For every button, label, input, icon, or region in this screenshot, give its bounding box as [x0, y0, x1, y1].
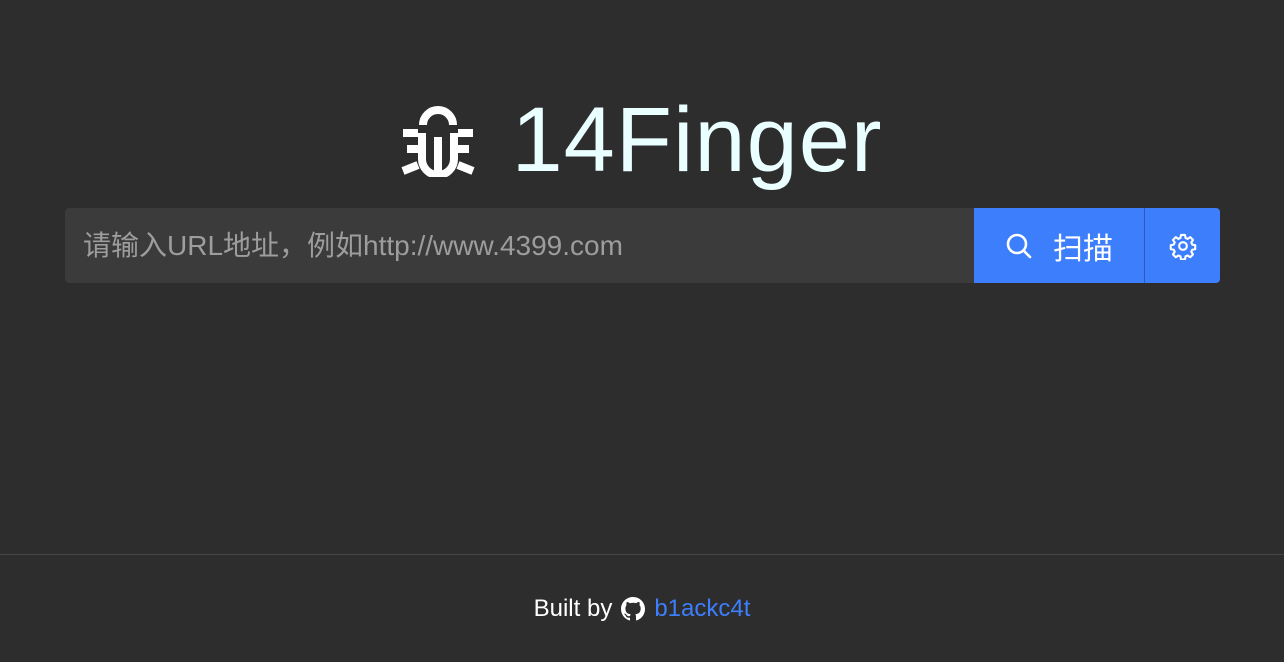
footer: Built by b1ackc4t [0, 554, 1284, 662]
app-title: 14Finger [511, 89, 883, 191]
url-input[interactable] [65, 208, 974, 283]
search-bar: 扫描 [65, 208, 1220, 283]
settings-button[interactable] [1145, 208, 1220, 283]
github-icon[interactable] [620, 596, 646, 622]
bug-icon [401, 103, 475, 177]
built-by-text: Built by [533, 595, 613, 622]
author-link[interactable]: b1ackc4t [654, 595, 750, 623]
gear-icon [1169, 232, 1197, 260]
scan-button-label: 扫描 [1053, 231, 1113, 267]
hero-header: 14Finger [0, 88, 1284, 192]
page: 14Finger 扫描 Built by [0, 0, 1284, 662]
search-icon [1005, 232, 1033, 260]
scan-button[interactable]: 扫描 [974, 208, 1144, 283]
